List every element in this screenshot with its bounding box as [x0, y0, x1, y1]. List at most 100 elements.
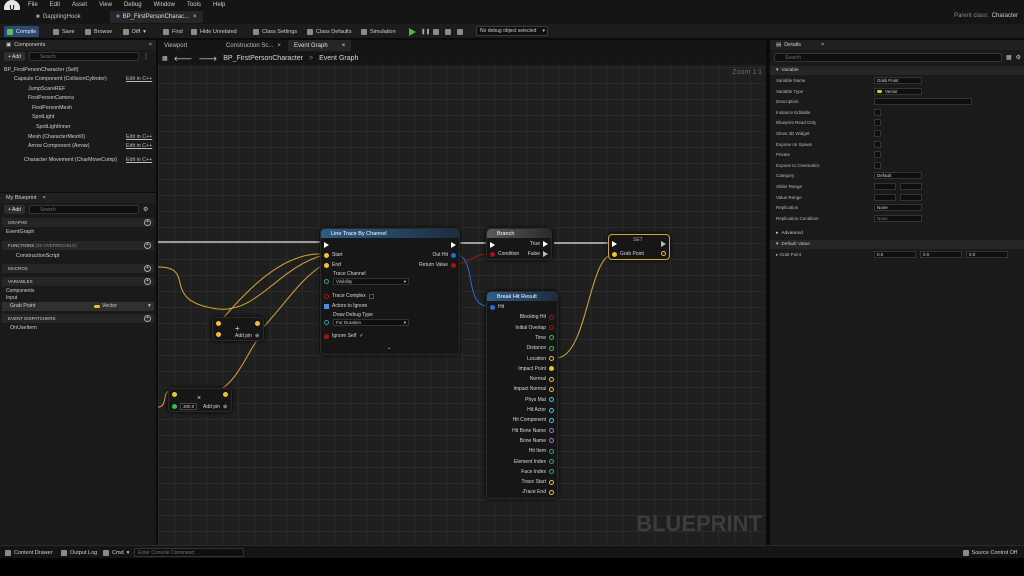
section-graphs[interactable]: GRAPHS + [2, 218, 154, 227]
mul-node-output[interactable] [223, 392, 228, 397]
tab-construction-script[interactable]: Construction Sc... × [220, 40, 287, 51]
section-event-dispatchers[interactable]: EVENT DISPATCHERS + [2, 314, 154, 323]
set-output-pin[interactable] [661, 251, 666, 256]
trace-complex-pin[interactable]: Trace Complex [324, 293, 374, 299]
section-variables[interactable]: VARIABLES + [2, 277, 154, 286]
variables-input-category[interactable]: Input [6, 295, 17, 301]
menu-edit[interactable]: Edit [50, 2, 60, 8]
detail-checkbox[interactable] [874, 119, 881, 127]
detail-value[interactable]: None [874, 214, 922, 222]
details-search-input[interactable]: Search [774, 53, 1002, 62]
trace-complex-checkbox[interactable] [368, 293, 374, 299]
set-grab-point-pin[interactable]: Grab Point [612, 251, 644, 257]
add-function-icon[interactable]: + [144, 242, 151, 249]
detail-range-input[interactable] [874, 183, 896, 190]
default-z-input[interactable]: 0.0 [966, 251, 1008, 258]
close-icon[interactable]: × [149, 42, 152, 48]
step-button[interactable] [442, 26, 454, 37]
add-node-output[interactable] [255, 321, 260, 326]
branch-condition-pin[interactable]: Condition [490, 251, 519, 257]
set-exec-in[interactable] [612, 241, 617, 247]
menu-asset[interactable]: Asset [72, 2, 87, 8]
tab-gapplinghook[interactable]: ■ GapplingHook [30, 11, 87, 23]
dispatcher-onuseitem[interactable]: OnUseItem [10, 325, 37, 331]
detail-range-input[interactable] [900, 193, 922, 201]
close-icon[interactable]: × [43, 195, 46, 201]
break-hit-output-pin[interactable]: Phys Mat [525, 397, 554, 403]
stop-button[interactable] [430, 26, 442, 37]
break-hit-output-pin[interactable]: Element Index [514, 459, 554, 465]
content-drawer-button[interactable]: Content Drawer [2, 547, 56, 558]
source-control-button[interactable]: Source Control Off [960, 547, 1020, 558]
mul-node-input-a[interactable] [172, 392, 177, 397]
event-graph-canvas[interactable]: ▦ 🡐 🡒 BP_FirstPersonCharacter > Event Gr… [158, 51, 766, 545]
line-trace-node[interactable]: Line Trace By Channel Start Out Hit End … [320, 228, 460, 355]
break-hit-output-pin[interactable]: Hit Component [513, 417, 554, 423]
add-node-input-a[interactable] [216, 321, 221, 326]
gear-icon[interactable]: ⚙ [1016, 54, 1021, 61]
branch-true-pin[interactable]: True [530, 241, 548, 247]
class-defaults-button[interactable]: Class Defaults [304, 26, 354, 37]
debug-object-select[interactable]: No debug object selected ▾ [476, 26, 548, 36]
frame-button[interactable] [454, 26, 466, 37]
add-pin-button[interactable]: Add pin ⊕ [203, 404, 227, 410]
add-member-button[interactable]: + Add [4, 205, 25, 214]
default-x-input[interactable]: 0.0 [874, 251, 916, 258]
draw-debug-type-select[interactable]: For Duration ▾ [333, 319, 409, 326]
menu-file[interactable]: File [28, 2, 38, 8]
close-icon[interactable]: × [342, 43, 346, 49]
component-firstpersoncamera[interactable]: FirstPersonCamera [28, 95, 74, 101]
set-node[interactable]: SET Grab Point [608, 234, 670, 260]
section-functions[interactable]: FUNCTIONS (26 OVERRIDABLE) + [2, 241, 154, 250]
multiply-vector-node[interactable]: × 300.0 Add pin ⊕ [168, 388, 232, 412]
detail-checkbox[interactable] [874, 140, 881, 148]
set-exec-out[interactable] [661, 241, 666, 247]
break-hit-output-pin[interactable]: Time [535, 335, 554, 341]
component-capsule[interactable]: Capsule Component (CollisionCylinder) [14, 76, 107, 82]
detail-range-input[interactable] [900, 183, 922, 190]
detail-value[interactable] [874, 98, 972, 106]
diff-button[interactable]: Diff ▾ [120, 26, 149, 37]
return-value-pin[interactable]: Return Value [419, 262, 456, 268]
break-hit-output-pin[interactable]: Trace Start [521, 479, 554, 485]
break-hit-output-pin[interactable]: Trace End [523, 489, 554, 495]
component-self[interactable]: BP_FirstPersonCharacter (Self) [4, 67, 78, 73]
add-dispatcher-icon[interactable]: + [144, 315, 151, 322]
add-macro-icon[interactable]: + [144, 265, 151, 272]
detail-value[interactable]: Vector [874, 87, 922, 95]
menu-tools[interactable]: Tools [187, 2, 201, 8]
variable-section-header[interactable]: ▾ Variable [770, 66, 1024, 75]
ignore-self-checkbox[interactable]: ✓ [359, 333, 363, 339]
variable-grab-point-row[interactable]: Grab Point Vector ▾ [2, 302, 154, 311]
close-icon[interactable]: × [277, 43, 281, 49]
cmd-selector[interactable]: Cmd ▾ [100, 547, 132, 558]
detail-value[interactable]: Default [874, 172, 922, 180]
start-pin[interactable]: Start [324, 252, 343, 258]
component-mesh[interactable]: Mesh (CharacterMesh0) [28, 134, 85, 140]
section-macros[interactable]: MACROS + [2, 264, 154, 273]
more-icon[interactable]: ⋮ [143, 53, 149, 60]
branch-node[interactable]: Branch True Condition False [486, 228, 552, 260]
break-hit-output-pin[interactable]: Distance [527, 345, 554, 351]
menu-debug[interactable]: Debug [124, 2, 142, 8]
hide-unrelated-button[interactable]: Hide Unrelated [188, 26, 240, 37]
actors-to-ignore-pin[interactable]: Actors to Ignore [324, 303, 367, 309]
edit-in-cpp-link[interactable]: Edit in C++ [126, 134, 152, 140]
add-component-button[interactable]: + Add [4, 52, 25, 61]
browse-button[interactable]: Browse [82, 26, 115, 37]
break-hit-output-pin[interactable]: Face Index [521, 469, 554, 475]
component-arrow[interactable]: Arrow Component (Arrow) [28, 143, 90, 149]
component-spotlightinner[interactable]: SpotLightInner [36, 124, 70, 130]
tab-event-graph[interactable]: Event Graph × [288, 40, 352, 51]
component-firstpersonmesh[interactable]: FirstPersonMesh [32, 105, 72, 111]
exec-out-pin[interactable] [451, 242, 456, 248]
collapse-icon[interactable]: ⌃ [521, 491, 525, 497]
edit-in-cpp-link[interactable]: Edit in C++ [126, 143, 152, 149]
branch-false-pin[interactable]: False [528, 251, 548, 257]
detail-value[interactable]: None [874, 204, 922, 212]
tab-viewport[interactable]: Viewport [158, 40, 193, 51]
expand-advanced-icon[interactable]: ⌄ [387, 345, 391, 351]
advanced-section-header[interactable]: ▸ Advanced [770, 229, 1024, 238]
ignore-self-pin[interactable]: Ignore Self ✓ [324, 333, 363, 339]
detail-checkbox[interactable] [874, 130, 881, 137]
